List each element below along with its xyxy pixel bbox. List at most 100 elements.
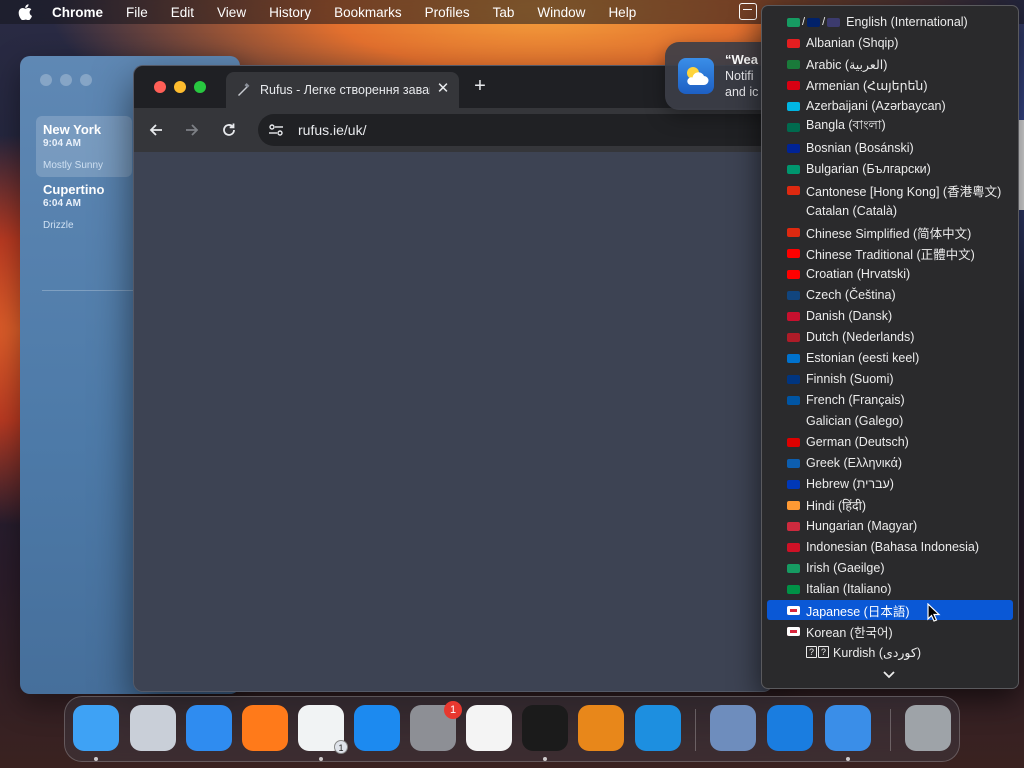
launchpad-icon[interactable] (130, 705, 176, 751)
weather-app-icon (678, 58, 714, 94)
language-option[interactable]: Estonian (eesti keel) (767, 348, 1013, 368)
language-option[interactable]: Cantonese [Hong Kong] (香港粵文) (767, 180, 1013, 200)
new-tab-button[interactable]: + (470, 76, 490, 96)
language-option[interactable]: Azerbaijani (Azərbaycan) (767, 96, 1013, 116)
reload-icon[interactable] (219, 120, 239, 140)
language-option[interactable]: Hindi (हिंदी) (767, 495, 1013, 515)
flag-icon (787, 101, 800, 111)
flag-icon (787, 647, 800, 657)
language-option[interactable]: French (Français) (767, 390, 1013, 410)
running-indicator (94, 757, 98, 761)
menu-tab[interactable]: Tab (493, 5, 515, 20)
minimize-window-button[interactable] (174, 81, 186, 93)
language-label: Japanese (日本語) (806, 604, 910, 619)
menu-history[interactable]: History (269, 5, 311, 20)
language-label: Chinese Traditional (正體中文) (806, 247, 975, 262)
language-option[interactable]: Danish (Dansk) (767, 306, 1013, 326)
dock-separator (695, 709, 696, 751)
terminal-icon[interactable] (522, 705, 568, 751)
scroll-down-chevron-icon[interactable] (882, 670, 896, 680)
language-option[interactable]: Bulgarian (Български) (767, 159, 1013, 179)
language-option[interactable]: Arabic (العربية) (767, 54, 1013, 74)
notification-title: “Wea (725, 52, 758, 67)
flag-icon (787, 416, 800, 426)
firefox-icon[interactable] (242, 705, 288, 751)
migration-menu-icon[interactable] (739, 3, 757, 20)
safari-icon[interactable] (186, 705, 232, 751)
flag-icon (787, 332, 800, 342)
address-bar[interactable]: rufus.ie/uk/ (258, 114, 772, 146)
menu-app-name[interactable]: Chrome (52, 5, 103, 20)
city-item-cupertino[interactable]: Cupertino 6:04 AM Drizzle (36, 176, 132, 237)
menu-window[interactable]: Window (537, 5, 585, 20)
chrome-icon[interactable]: 1 (298, 705, 348, 754)
language-option[interactable]: Galician (Galego) (767, 411, 1013, 431)
city-name: Cupertino (43, 182, 105, 197)
menu-bookmarks[interactable]: Bookmarks (334, 5, 402, 20)
city-item-new-york[interactable]: New York 9:04 AM Mostly Sunny (36, 116, 132, 177)
language-option[interactable]: Dutch (Nederlands) (767, 327, 1013, 347)
language-option[interactable]: Croatian (Hrvatski) (767, 264, 1013, 284)
language-option[interactable]: ?? Kurdish (کوردی) (767, 642, 1013, 662)
language-option[interactable]: Greek (Ελληνικά) (767, 453, 1013, 473)
language-option[interactable]: Italian (Italiano) (767, 579, 1013, 599)
menu-profiles[interactable]: Profiles (425, 5, 470, 20)
menu-help[interactable]: Help (608, 5, 636, 20)
window-controls (154, 81, 206, 93)
language-option[interactable]: Catalan (Català) (767, 201, 1013, 221)
finder-icon[interactable] (73, 705, 119, 751)
language-option[interactable]: Bosnian (Bosánski) (767, 138, 1013, 158)
textedit-icon[interactable] (466, 705, 512, 751)
url-domain: rufus.ie (298, 122, 344, 138)
language-option[interactable]: Czech (Čeština) (767, 285, 1013, 305)
app-store-icon[interactable] (354, 705, 400, 751)
menu-file[interactable]: File (126, 5, 148, 20)
language-option[interactable]: Finnish (Suomi) (767, 369, 1013, 389)
trash-icon[interactable] (905, 705, 951, 751)
menu-edit[interactable]: Edit (171, 5, 194, 20)
language-option[interactable]: Chinese Simplified (简体中文) (767, 222, 1013, 242)
migration-icon[interactable] (767, 705, 813, 751)
language-label: Bangla (বাংলা) (806, 118, 886, 132)
notification-body: Notifi and ic (725, 69, 765, 100)
menu-view[interactable]: View (217, 5, 246, 20)
language-option[interactable]: Bangla (বাংলা) (767, 117, 1013, 137)
running-indicator (543, 757, 547, 761)
city-condition: Drizzle (43, 220, 74, 231)
visual-studio-code-icon[interactable] (635, 705, 681, 751)
profile-badge: 1 (334, 740, 348, 754)
garageband-icon[interactable] (578, 705, 624, 751)
language-label: German (Deutsch) (806, 435, 909, 449)
close-tab-icon[interactable]: ✕ (435, 81, 451, 97)
language-option[interactable]: Japanese (日本語) (767, 600, 1013, 620)
url-path: /uk/ (343, 122, 367, 138)
back-arrow-icon[interactable] (146, 120, 166, 140)
language-option[interactable]: German (Deutsch) (767, 432, 1013, 452)
zoom-window-button[interactable] (194, 81, 206, 93)
language-label: Danish (Dansk) (806, 309, 893, 323)
window-controls-inactive[interactable] (40, 74, 92, 86)
language-option[interactable]: / / English (International) (767, 12, 1013, 32)
notification-badge: 1 (444, 701, 462, 719)
language-option[interactable]: Albanian (Shqip) (767, 33, 1013, 53)
tab-title: Rufus - Легке створення завантажувальних… (260, 83, 430, 97)
apple-icon[interactable] (18, 4, 34, 20)
language-option[interactable]: Hungarian (Magyar) (767, 516, 1013, 536)
virtualbox-icon[interactable] (710, 705, 756, 751)
language-option[interactable]: Irish (Gaeilge) (767, 558, 1013, 578)
flag-icon (787, 59, 800, 69)
language-option[interactable]: Armenian (Հայերեն) (767, 75, 1013, 95)
language-option[interactable]: Chinese Traditional (正體中文) (767, 243, 1013, 263)
language-label: Czech (Čeština) (806, 288, 896, 302)
forward-arrow-icon[interactable] (182, 120, 202, 140)
close-window-button[interactable] (154, 81, 166, 93)
system-settings-icon[interactable]: 1 (410, 701, 462, 751)
site-settings-icon[interactable] (268, 121, 286, 139)
language-option[interactable]: Indonesian (Bahasa Indonesia) (767, 537, 1013, 557)
tab-rufus[interactable]: Rufus - Легке створення завантажувальних… (226, 72, 459, 108)
language-option[interactable]: Korean (한국어) (767, 621, 1013, 641)
language-option[interactable]: Hebrew (עברית) (767, 474, 1013, 494)
weather-icon[interactable] (825, 705, 871, 751)
flag-icon (787, 605, 800, 615)
flag-icon (787, 374, 800, 384)
